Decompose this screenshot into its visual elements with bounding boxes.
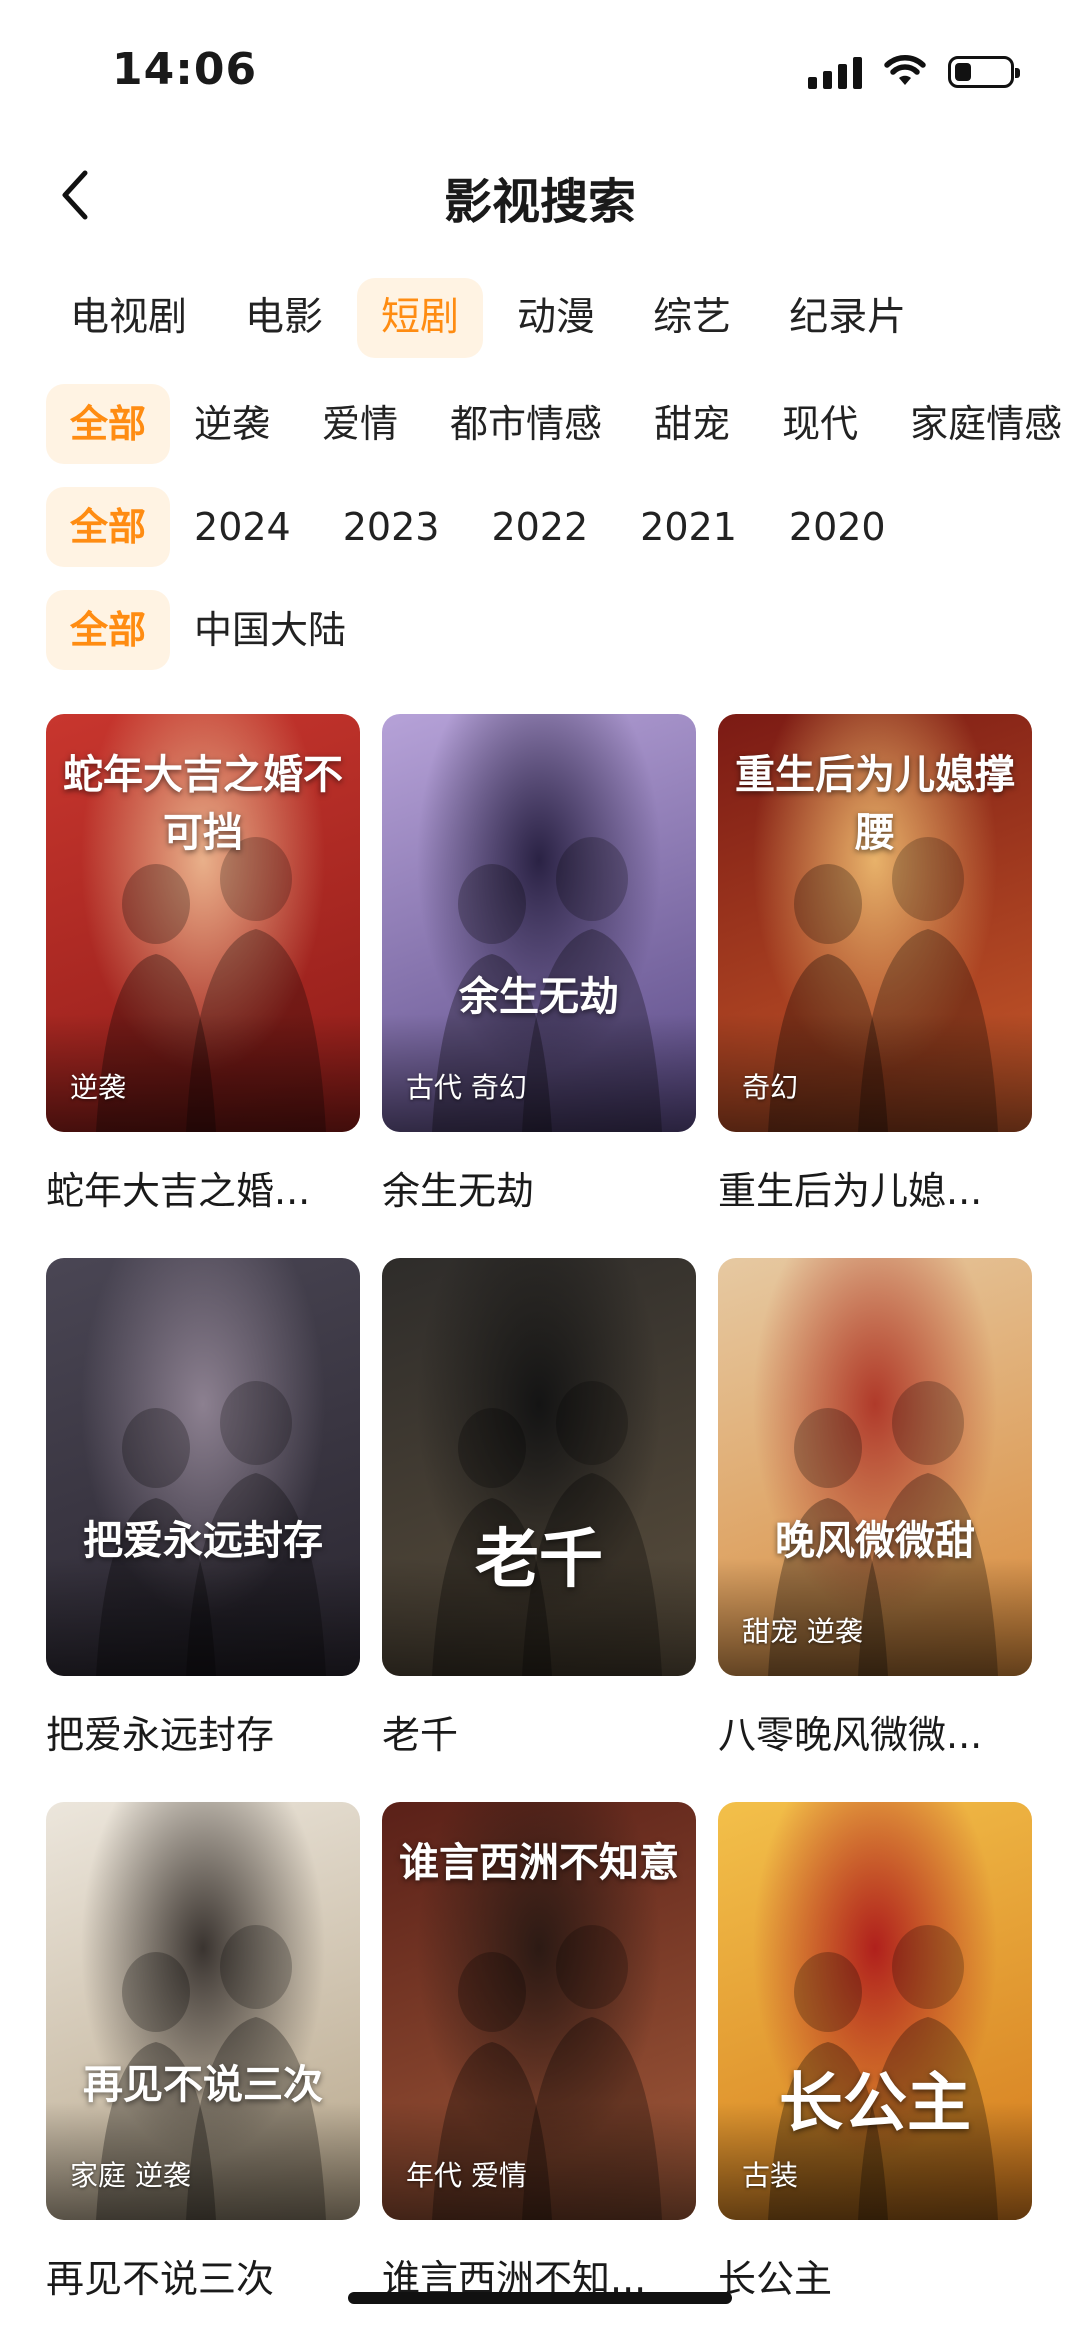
poster-tags: 逆袭 <box>70 1071 127 1104</box>
year-filter-chip[interactable]: 2024 <box>194 487 291 567</box>
cellular-signal-icon <box>808 55 862 89</box>
result-card[interactable]: 晚风微微甜甜宠 逆袭八零晚风微微... <box>718 1258 1032 1759</box>
tab-5[interactable]: 纪录片 <box>765 278 930 358</box>
poster-image: 把爱永远封存 <box>46 1258 360 1676</box>
poster-tags: 奇幻 <box>742 1071 799 1104</box>
genre-filter-row: 全部 逆袭 爱情 都市情感 甜宠 现代 家庭情感 <box>46 384 1080 464</box>
status-icons <box>808 50 1020 94</box>
genre-filter-chip[interactable]: 甜宠 <box>654 384 730 464</box>
result-title: 蛇年大吉之婚... <box>46 1169 311 1213</box>
region-filter-row: 全部 中国大陆 <box>46 590 398 670</box>
tab-1[interactable]: 电影 <box>221 278 347 358</box>
result-card[interactable]: 重生后为儿媳撑腰奇幻重生后为儿媳... <box>718 714 1032 1215</box>
poster-tags: 古装 <box>742 2159 799 2192</box>
poster-title-art: 长公主 <box>779 2066 971 2141</box>
status-bar: 14:06 <box>0 0 1080 140</box>
poster-tags: 年代 爱情 <box>406 2159 527 2192</box>
poster-figures <box>382 1381 696 1676</box>
poster-image: 谁言西洲不知意年代 爱情 <box>382 1802 696 2220</box>
result-title: 再见不说三次 <box>46 2257 275 2301</box>
result-card[interactable]: 谁言西洲不知意 年代 爱情 谁言西洲不知... <box>382 1802 696 2303</box>
year-filter-chip[interactable]: 2020 <box>789 487 886 567</box>
poster-title-art: 再见不说三次 <box>83 2061 323 2108</box>
result-card[interactable]: 再见不说三次 家庭 逆袭 再见不说三次 <box>46 1802 360 2303</box>
poster-figures <box>46 1381 360 1676</box>
result-card[interactable]: 老千 老千 <box>382 1258 696 1759</box>
category-tabs: 电视剧 电影 短剧 动漫 综艺 纪录片 <box>46 278 940 358</box>
poster-image: 再见不说三次家庭 逆袭 <box>46 1802 360 2220</box>
result-card[interactable]: 长公主 古装 长公主 <box>718 1802 1032 2303</box>
poster-image: 老千 <box>382 1258 696 1676</box>
poster-title-art: 蛇年大吉之婚不可挡 <box>63 751 343 856</box>
poster-image: 蛇年大吉之婚不可挡逆袭 <box>46 714 360 1132</box>
poster-image: 晚风微微甜甜宠 逆袭 <box>718 1258 1032 1676</box>
genre-filter-chip[interactable]: 全部 <box>46 384 171 464</box>
genre-filter-chip[interactable]: 爱情 <box>322 384 398 464</box>
result-title: 把爱永远封存 <box>46 1713 275 1757</box>
result-card[interactable]: 余生无劫 古代 奇幻 余生无劫 <box>382 714 696 1215</box>
poster-title-art: 把爱永远封存 <box>83 1517 323 1564</box>
result-title: 八零晚风微微... <box>718 1713 983 1757</box>
tab-2[interactable]: 短剧 <box>357 278 484 358</box>
wifi-icon <box>884 55 926 85</box>
genre-filter-chip[interactable]: 都市情感 <box>450 384 602 464</box>
battery-icon <box>948 56 1020 88</box>
tab-0[interactable]: 电视剧 <box>46 278 211 358</box>
poster-title-art: 谁言西洲不知意 <box>399 1839 679 1886</box>
poster-title-art: 余生无劫 <box>459 973 619 1020</box>
poster-title-art: 重生后为儿媳撑腰 <box>735 751 1015 856</box>
poster-tags: 古代 奇幻 <box>406 1071 527 1104</box>
poster-title-art: 老千 <box>475 1522 603 1597</box>
result-title: 长公主 <box>718 2257 833 2301</box>
result-card[interactable]: 把爱永远封存 把爱永远封存 <box>46 1258 360 1759</box>
year-filter-chip[interactable]: 2023 <box>343 487 440 567</box>
tab-4[interactable]: 综艺 <box>629 278 755 358</box>
poster-image: 长公主古装 <box>718 1802 1032 2220</box>
poster-tags: 家庭 逆袭 <box>70 2159 191 2192</box>
region-filter-chip[interactable]: 全部 <box>46 590 171 670</box>
year-filter-row: 全部 2024 2023 2022 2021 2020 <box>46 487 938 567</box>
result-title: 老千 <box>382 1713 459 1757</box>
home-indicator <box>348 2292 732 2304</box>
poster-tags: 甜宠 逆袭 <box>742 1615 863 1648</box>
genre-filter-chip[interactable]: 逆袭 <box>194 384 270 464</box>
poster-image: 重生后为儿媳撑腰奇幻 <box>718 714 1032 1132</box>
genre-filter-chip[interactable]: 家庭情感 <box>910 384 1062 464</box>
poster-image: 余生无劫古代 奇幻 <box>382 714 696 1132</box>
header: 影视搜索 <box>0 140 1080 250</box>
result-title: 余生无劫 <box>382 1169 535 1213</box>
result-title: 重生后为儿媳... <box>718 1169 983 1213</box>
result-card[interactable]: 蛇年大吉之婚不可挡逆袭蛇年大吉之婚... <box>46 714 360 1215</box>
status-time: 14:06 <box>112 44 258 95</box>
region-filter-chip[interactable]: 中国大陆 <box>194 590 346 670</box>
battery-level <box>955 63 971 81</box>
year-filter-chip[interactable]: 2021 <box>640 487 737 567</box>
genre-filter-chip[interactable]: 现代 <box>782 384 858 464</box>
year-filter-chip[interactable]: 全部 <box>46 487 171 567</box>
page-title: 影视搜索 <box>443 174 636 230</box>
tab-3[interactable]: 动漫 <box>493 278 619 358</box>
year-filter-chip[interactable]: 2022 <box>491 487 588 567</box>
poster-title-art: 晚风微微甜 <box>775 1517 975 1564</box>
